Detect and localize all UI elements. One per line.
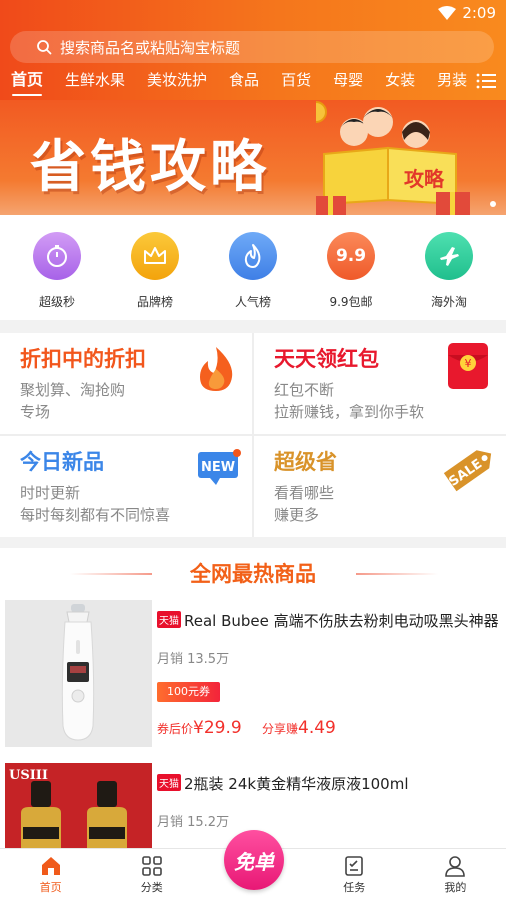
nav-label: 首页 [39, 881, 62, 894]
banner-book-text: 攻略 [404, 167, 445, 191]
svg-text:¥: ¥ [465, 357, 472, 370]
quick-link-label: 海外淘 [430, 295, 467, 309]
tab-men[interactable]: 男装 [426, 64, 478, 100]
tab-beauty[interactable]: 美妆洗护 [136, 64, 218, 100]
nav-tasks[interactable]: 任务 [304, 849, 405, 900]
search-placeholder: 搜索商品名或粘贴淘宝标题 [60, 38, 241, 57]
price-value: ¥29.9 [193, 718, 242, 738]
flame-icon [229, 232, 277, 280]
promo-subtitle: 赚更多 [274, 506, 320, 524]
coupon-badge[interactable]: 100元券 [157, 682, 220, 702]
new-tag-icon: NEW [198, 449, 241, 485]
search-bar[interactable]: 搜索商品名或粘贴淘宝标题 [10, 31, 494, 63]
category-tabs: 首页 生鲜水果 美妆洗护 食品 百货 母婴 女装 男装 [0, 64, 506, 100]
tab-home[interactable]: 首页 [0, 64, 54, 100]
tmall-badge: 天猫 [157, 611, 181, 628]
product-title: 天猫 Real Bubee 高端不伤肤去粉刺电动吸黑头神器 [157, 610, 502, 631]
quick-link-label: 超级秒 [38, 295, 75, 309]
promo-subtitle: 每时每刻都有不同惊喜 [20, 506, 171, 524]
tab-food[interactable]: 食品 [218, 64, 270, 100]
promo-subtitle: 拉新赚钱，拿到你手软 [274, 403, 425, 421]
quick-link-label: 9.9包邮 [329, 295, 373, 309]
quick-link-label: 人气榜 [234, 295, 271, 309]
price-label: 券后价 [157, 722, 194, 736]
carousel-indicator [490, 201, 496, 207]
promo-new-items[interactable]: 今日新品 时时更新 每时每刻都有不同惊喜 NEW [0, 436, 252, 537]
task-icon [345, 856, 364, 876]
tab-general[interactable]: 百货 [270, 64, 322, 100]
status-time: 2:09 [462, 4, 496, 22]
product-price: 券后价¥29.9 [157, 718, 242, 738]
product-image[interactable]: USIII [5, 763, 152, 848]
wifi-icon [438, 6, 457, 20]
nav-label: 分类 [140, 881, 163, 894]
nav-label: 任务 [343, 881, 366, 894]
serum-bottles-image: USIII [5, 763, 152, 848]
search-icon [37, 40, 52, 55]
crown-icon [131, 232, 179, 280]
tab-baby[interactable]: 母婴 [322, 64, 374, 100]
divider-right [356, 573, 438, 575]
promo-banner[interactable]: 省钱攻略 攻略 [0, 100, 506, 215]
nav-label: 我的 [444, 881, 467, 894]
banner-illustration: 攻略 [316, 101, 470, 215]
nav-profile[interactable]: 我的 [405, 849, 506, 900]
blackhead-device-image [5, 600, 152, 747]
promo-discount[interactable]: 折扣中的折扣 聚划算、淘抢购 专场 [0, 333, 252, 434]
product-sales: 月销 13.5万 [157, 652, 230, 667]
price-99-icon: 9.9 [327, 232, 375, 280]
airplane-icon [425, 232, 473, 280]
promo-super-save[interactable]: 超级省 看看哪些 赚更多 SALE [254, 436, 506, 537]
promo-subtitle: 专场 [20, 403, 51, 421]
promo-red-packet[interactable]: 天天领红包 红包不断 拉新赚钱，拿到你手软 ¥ [254, 333, 506, 434]
user-icon [445, 856, 466, 877]
quick-link-label: 品牌榜 [136, 295, 173, 309]
quick-link-overseas[interactable]: 海外淘 [409, 215, 489, 320]
grid-icon [141, 856, 162, 876]
promo-grid: 折扣中的折扣 聚划算、淘抢购 专场 天天领红包 红包不断 拉新赚钱，拿到你手软 … [0, 333, 506, 537]
quick-link-flash[interactable]: 超级秒 [17, 215, 97, 320]
tab-women[interactable]: 女装 [374, 64, 426, 100]
fire-icon [200, 347, 233, 391]
home-icon [41, 857, 60, 875]
product-title-text: 2瓶装 24k黄金精华液原液100ml [184, 775, 409, 793]
product-image[interactable] [5, 600, 152, 747]
tab-fresh-fruit[interactable]: 生鲜水果 [54, 64, 136, 100]
sale-tag-icon: SALE [443, 450, 492, 492]
product-card[interactable]: 天猫 Real Bubee 高端不伤肤去粉刺电动吸黑头神器 月销 13.5万 10… [0, 600, 506, 760]
red-envelope-icon: ¥ [448, 343, 488, 389]
share-value: 4.49 [298, 718, 336, 738]
menu-icon[interactable] [476, 72, 496, 90]
hot-products-section: 全网最热商品 天猫 Real Bubee 高端不伤肤去粉刺电动吸黑头神器 月销 1… [0, 548, 506, 848]
quick-link-popular[interactable]: 人气榜 [213, 215, 293, 320]
product-title: 天猫 2瓶装 24k黄金精华液原液100ml [157, 773, 502, 794]
quick-links: 超级秒 品牌榜 人气榜 9.9 9.9包邮 海外淘 [0, 215, 506, 320]
product-title-text: Real Bubee 高端不伤肤去粉刺电动吸黑头神器 [184, 612, 499, 630]
product-sales: 月销 15.2万 [157, 815, 230, 830]
stopwatch-icon [33, 232, 81, 280]
share-label: 分享赚 [262, 722, 299, 736]
tmall-badge: 天猫 [157, 774, 181, 791]
status-bar: 2:09 [0, 0, 506, 26]
image-brand-text: USIII [9, 768, 48, 783]
banner-title: 省钱攻略 [30, 135, 270, 200]
free-order-button[interactable]: 免单 [224, 830, 284, 890]
new-badge-text: NEW [201, 460, 235, 475]
nav-category[interactable]: 分类 [101, 849, 202, 900]
quick-link-99[interactable]: 9.9 9.9包邮 [311, 215, 391, 320]
share-earn[interactable]: 分享赚4.49 [262, 718, 336, 738]
quick-link-brand[interactable]: 品牌榜 [115, 215, 195, 320]
nav-home[interactable]: 首页 [0, 849, 101, 900]
